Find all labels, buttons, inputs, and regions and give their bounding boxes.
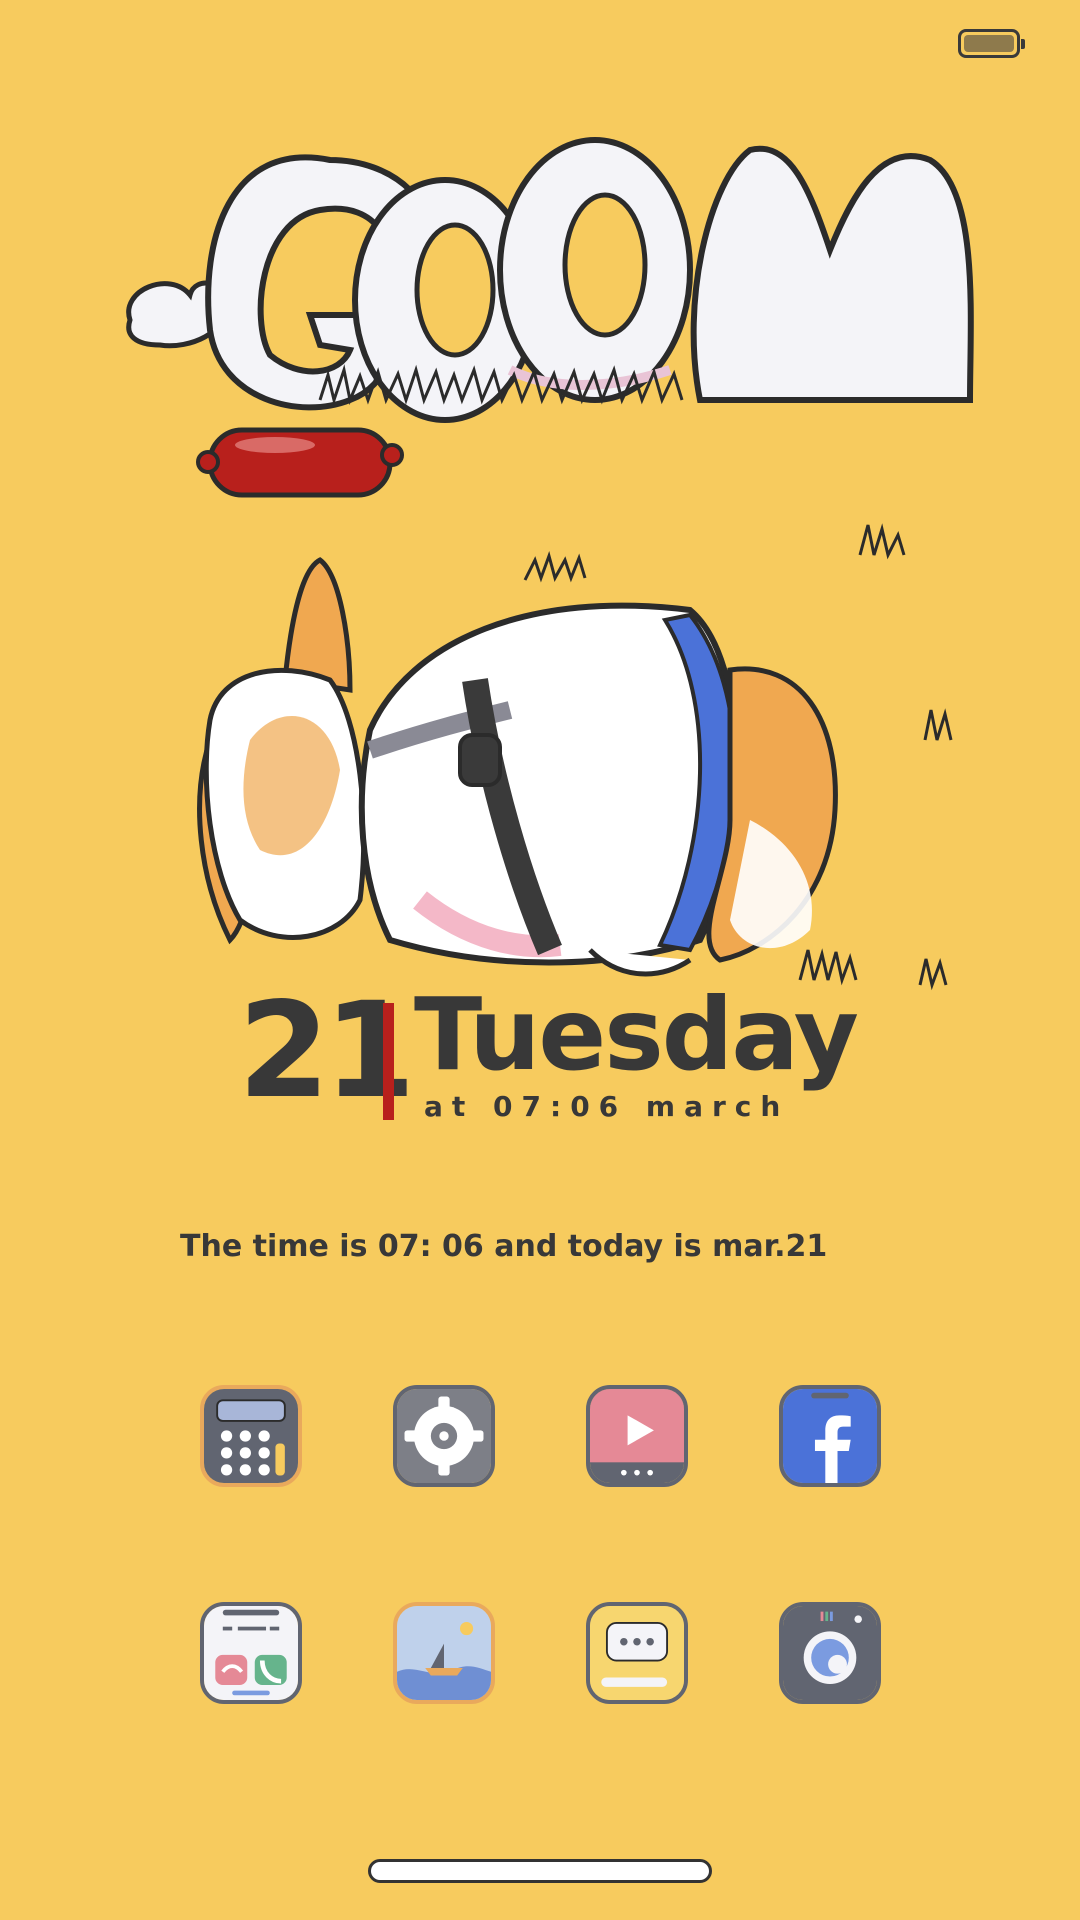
photo-icon	[397, 1606, 491, 1700]
weekday-label: Tuesday	[414, 976, 859, 1093]
message-icon	[590, 1606, 684, 1700]
phone-app[interactable]	[200, 1602, 302, 1704]
calculator-app[interactable]	[200, 1385, 302, 1487]
gallery-app[interactable]	[393, 1602, 495, 1704]
calculator-icon	[204, 1389, 298, 1483]
video-app[interactable]	[586, 1385, 688, 1487]
camera-app[interactable]	[779, 1602, 881, 1704]
camera-icon	[783, 1606, 877, 1700]
phone-icon	[204, 1606, 298, 1700]
battery-icon	[958, 29, 1025, 58]
date-divider	[383, 1003, 394, 1120]
time-sentence: The time is 07: 06 and today is mar.21	[180, 1229, 828, 1264]
messages-app[interactable]	[586, 1602, 688, 1704]
settings-app[interactable]	[393, 1385, 495, 1487]
home-indicator[interactable]	[368, 1859, 712, 1883]
goom-illustration	[126, 137, 974, 498]
facebook-icon	[783, 1389, 877, 1483]
facebook-app[interactable]	[779, 1385, 881, 1487]
gear-icon	[397, 1389, 491, 1483]
time-month-label: at 07:06 march	[424, 1090, 790, 1123]
corgi-illustration	[197, 523, 953, 991]
play-icon	[590, 1389, 684, 1483]
